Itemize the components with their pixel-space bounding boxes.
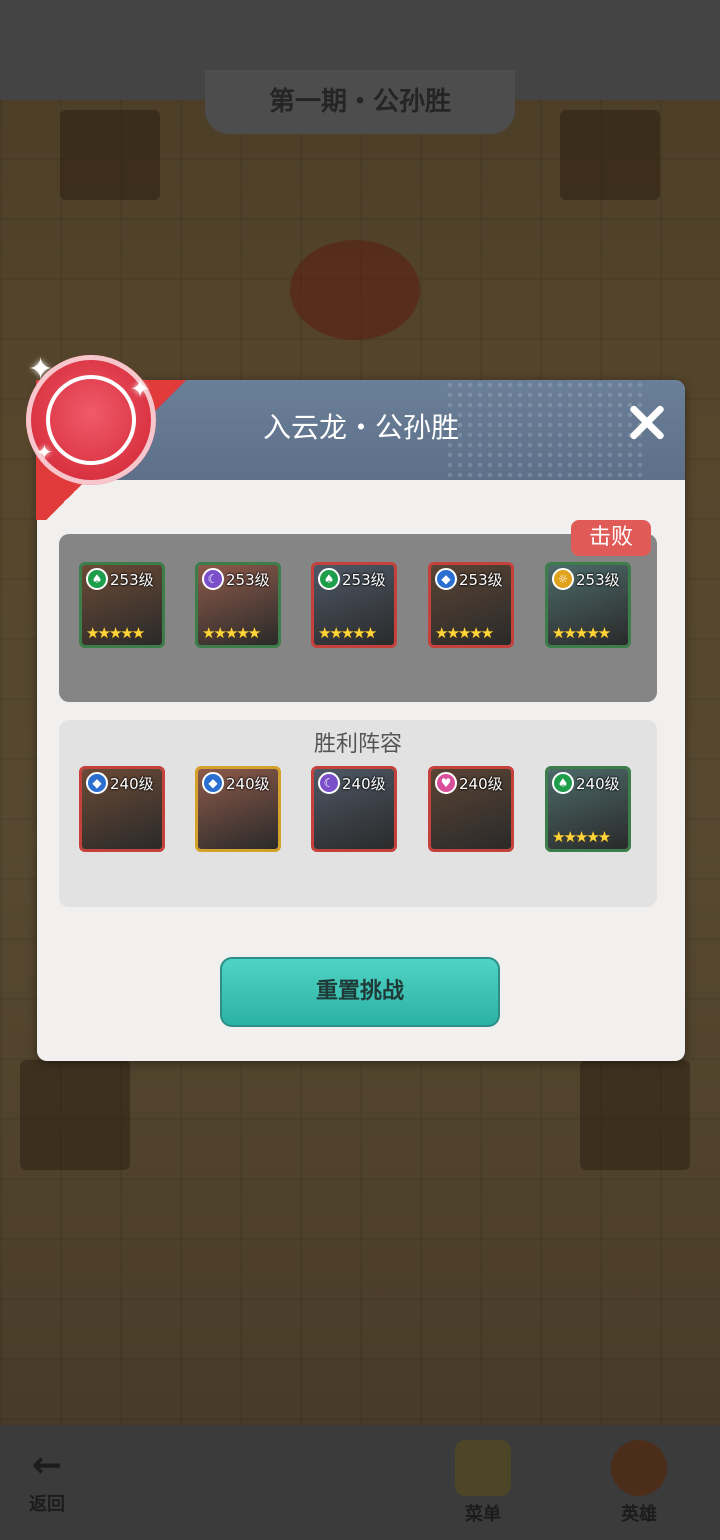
moon-element-icon: ☾ [318,772,340,794]
close-icon[interactable] [622,398,672,448]
sparkle-icon: ✦ [36,440,53,464]
hero-card[interactable]: ◆ 240级 [79,766,165,852]
heart-element-icon: ♥ [435,772,457,794]
diamond-element-icon: ◆ [202,772,224,794]
hero-stars: ★★★★★ [86,624,145,642]
moon-element-icon: ☾ [202,568,224,590]
sun-element-icon: ☼ [552,568,574,590]
hero-card[interactable]: ☾ 253级 ★★★★★ [195,562,281,648]
hero-level: 240级 [459,775,503,793]
hero-level: 253级 [459,571,503,589]
hero-card[interactable]: ♥ 240级 [428,766,514,852]
hero-level: 253级 [576,571,620,589]
spade-element-icon: ♠ [318,568,340,590]
hero-stars: ★★★★★ [202,624,261,642]
hero-level: 240级 [342,775,386,793]
hero-level: 240级 [226,775,270,793]
hero-level: 253级 [342,571,386,589]
hero-card[interactable]: ♠ 240级 ★★★★★ [545,766,631,852]
hero-card[interactable]: ♠ 253级 ★★★★★ [79,562,165,648]
sparkle-icon: ✦ [28,352,54,387]
hero-level: 240级 [110,775,154,793]
hero-level: 240级 [576,775,620,793]
spade-element-icon: ♠ [86,568,108,590]
diamond-element-icon: ◆ [435,568,457,590]
hero-card[interactable]: ♠ 253级 ★★★★★ [311,562,397,648]
diamond-element-icon: ◆ [86,772,108,794]
hero-card[interactable]: ◆ 253级 ★★★★★ [428,562,514,648]
sparkle-icon: ✦ [130,375,151,403]
hero-card[interactable]: ☾ 240级 [311,766,397,852]
hero-level: 253级 [110,571,154,589]
hero-stars: ★★★★★ [435,624,494,642]
win-lineup-title: 胜利阵容 [313,732,402,757]
defeat-badge: 击败 [571,520,651,556]
hero-card[interactable]: ☼ 253级 ★★★★★ [545,562,631,648]
hero-stars: ★★★★★ [552,624,611,642]
hero-card[interactable]: ◆ 240级 [195,766,281,852]
hero-stars: ★★★★★ [552,828,611,846]
hero-stars: ★★★★★ [318,624,377,642]
reset-challenge-button[interactable]: 重置挑战 [220,957,500,1027]
hero-level: 253级 [226,571,270,589]
spade-element-icon: ♠ [552,772,574,794]
